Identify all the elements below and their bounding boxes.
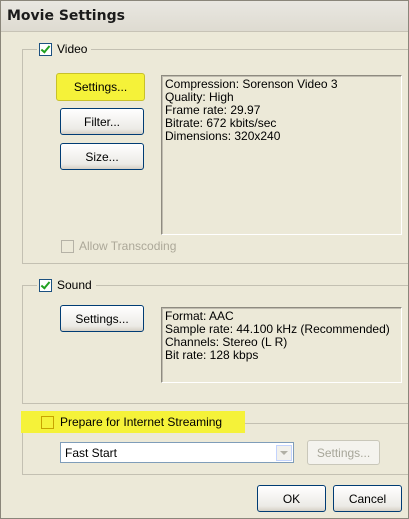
allow-transcoding-label: Allow Transcoding bbox=[79, 239, 177, 253]
streaming-legend: Prepare for Internet Streaming bbox=[41, 414, 222, 430]
video-size-button[interactable]: Size... bbox=[60, 143, 144, 170]
video-info-box: Compression: Sorenson Video 3 Quality: H… bbox=[161, 75, 402, 235]
sound-checkbox[interactable] bbox=[39, 278, 52, 292]
chevron-down-icon[interactable] bbox=[276, 444, 292, 461]
video-checkbox[interactable] bbox=[39, 42, 52, 56]
video-legend: Video bbox=[37, 41, 92, 57]
streaming-checkbox[interactable] bbox=[41, 415, 54, 429]
streaming-mode-value: Fast Start bbox=[65, 445, 118, 460]
video-settings-button[interactable]: Settings... bbox=[56, 73, 145, 101]
ok-button[interactable]: OK bbox=[257, 485, 326, 512]
streaming-settings-button[interactable]: Settings... bbox=[307, 440, 380, 465]
sound-info-box: Format: AAC Sample rate: 44.100 kHz (Rec… bbox=[161, 307, 402, 383]
sound-info-bit-rate: Bit rate: 128 kbps bbox=[165, 348, 259, 362]
video-filter-button[interactable]: Filter... bbox=[60, 108, 144, 135]
sound-settings-button[interactable]: Settings... bbox=[60, 305, 144, 332]
window-title: Movie Settings bbox=[7, 8, 125, 24]
allow-transcoding-checkbox[interactable] bbox=[61, 239, 74, 253]
movie-settings-dialog: Movie Settings Video Settings... Filter.… bbox=[0, 0, 409, 519]
sound-legend: Sound bbox=[37, 277, 96, 293]
video-label: Video bbox=[57, 42, 88, 56]
title-bar: Movie Settings bbox=[1, 1, 408, 32]
sound-label: Sound bbox=[57, 278, 92, 292]
allow-transcoding-option: Allow Transcoding bbox=[61, 238, 176, 254]
video-info-dimensions: Dimensions: 320x240 bbox=[165, 129, 281, 143]
streaming-label: Prepare for Internet Streaming bbox=[60, 415, 223, 429]
streaming-mode-select[interactable]: Fast Start bbox=[60, 442, 294, 463]
cancel-button[interactable]: Cancel bbox=[333, 485, 402, 512]
